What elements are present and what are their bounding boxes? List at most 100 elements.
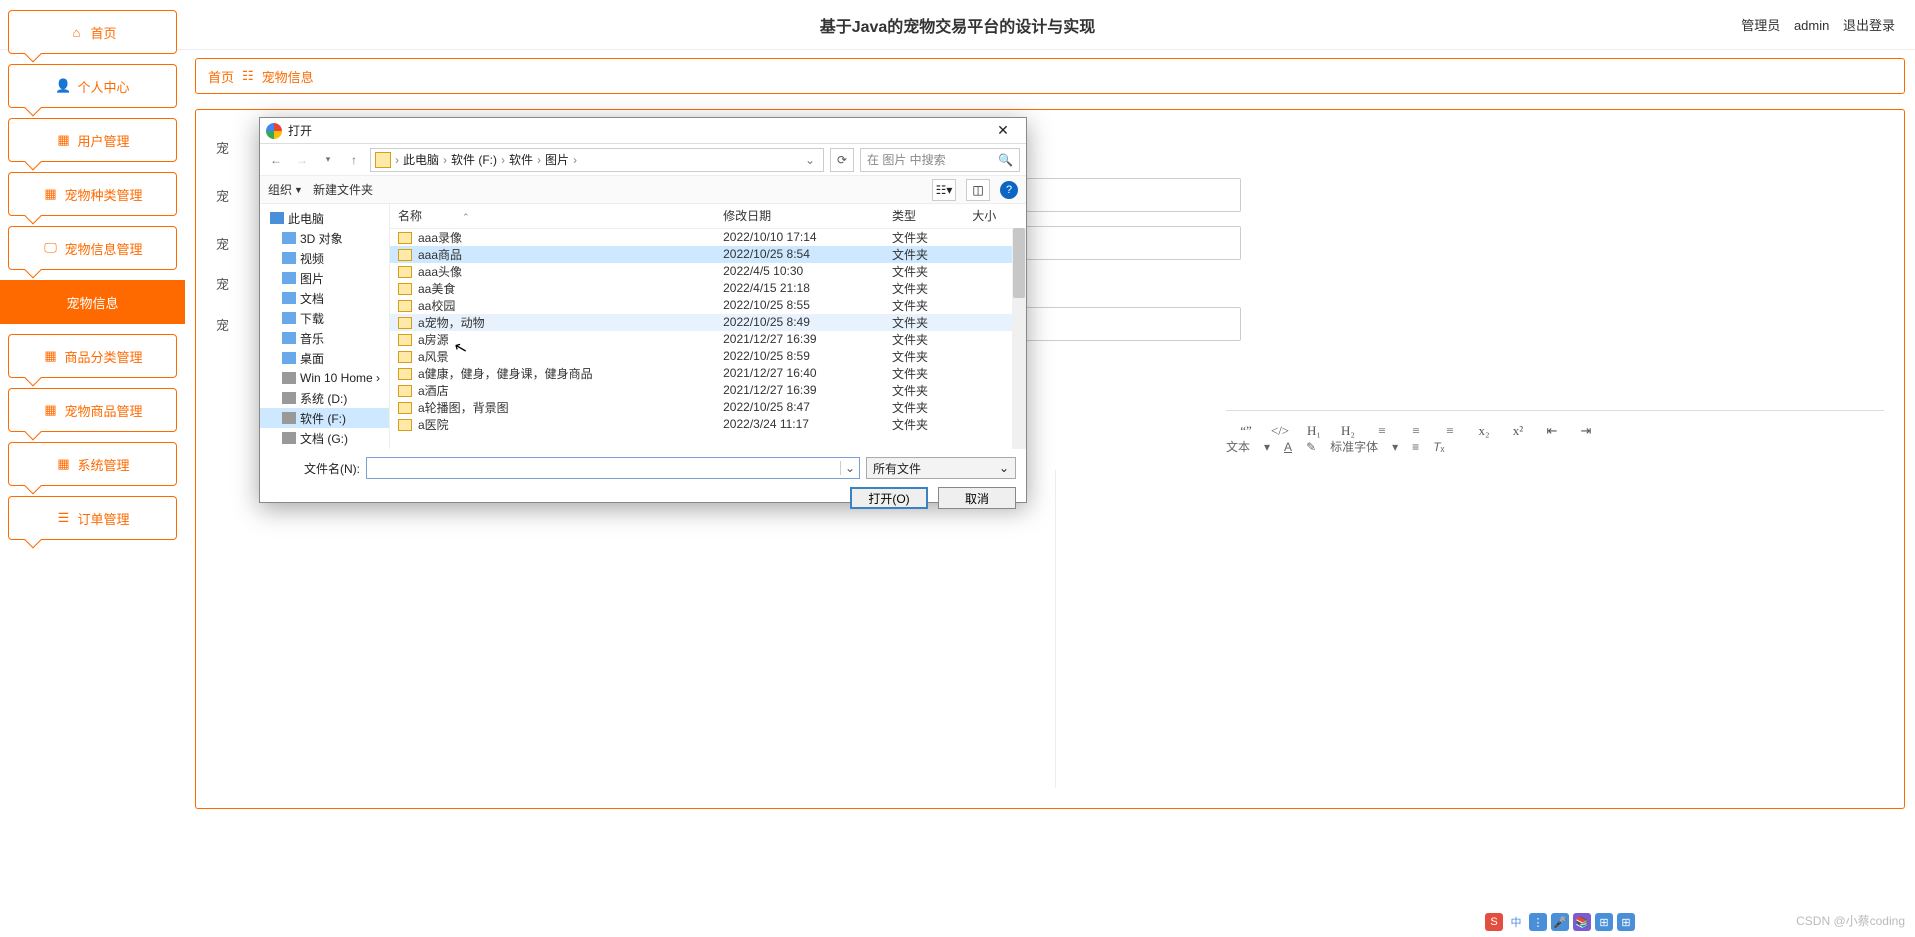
chevron-down-icon[interactable]: ⌄ (840, 461, 855, 475)
tree-item[interactable]: 此电脑 (260, 208, 389, 228)
crumb-folder1[interactable]: 软件 (509, 151, 533, 168)
scrollbar-thumb[interactable] (1013, 228, 1025, 298)
fontcolor-button[interactable]: A (1284, 440, 1292, 454)
table-row[interactable]: aa校园2022/10/25 8:55文件夹 (390, 297, 1026, 314)
refresh-button[interactable]: ⟳ (830, 148, 854, 172)
table-row[interactable]: aaa商品2022/10/25 8:54文件夹 (390, 246, 1026, 263)
dialog-toolbar: 组织 ▼ 新建文件夹 ☷▾ ◫ ? (260, 176, 1026, 204)
tree-item[interactable]: 视频 (260, 248, 389, 268)
folder-tree[interactable]: 此电脑3D 对象视频图片文档下载音乐桌面Win 10 Home ›系统 (D:)… (260, 204, 390, 449)
filename-input[interactable]: ⌄ (366, 457, 860, 479)
highlight-button[interactable]: ✎ (1306, 440, 1316, 454)
table-row[interactable]: aaa头像2022/4/5 10:30文件夹 (390, 263, 1026, 280)
search-input[interactable]: 在 图片 中搜索 🔍 (860, 148, 1020, 172)
sidebar-item-label: 宠物种类管理 (64, 185, 142, 204)
tree-item[interactable]: 软件 (F:) (260, 408, 389, 428)
tree-label: 图片 (300, 270, 324, 287)
tray-icon[interactable]: 📚 (1573, 913, 1591, 931)
table-row[interactable]: a轮播图，背景图2022/10/25 8:47文件夹 (390, 399, 1026, 416)
forward-button[interactable]: → (292, 150, 312, 170)
crumb-folder2[interactable]: 图片 (545, 151, 569, 168)
align-dropdown[interactable]: ≡ (1412, 440, 1419, 454)
sidebar-item-label: 个人中心 (77, 77, 129, 96)
clear-format-button[interactable]: Tₓ (1433, 440, 1444, 454)
filename-field[interactable] (371, 459, 836, 477)
computer-icon (270, 212, 284, 224)
folder-icon (282, 352, 296, 364)
dialog-body: 此电脑3D 对象视频图片文档下载音乐桌面Win 10 Home ›系统 (D:)… (260, 204, 1026, 449)
help-icon[interactable]: ? (1000, 181, 1018, 199)
crumb-drive[interactable]: 软件 (F:) (451, 151, 497, 168)
tray-icon[interactable]: 🎤 (1551, 913, 1569, 931)
tray-icon[interactable]: 中 (1507, 913, 1525, 931)
table-row[interactable]: a房源2021/12/27 16:39文件夹 (390, 331, 1026, 348)
tray-icon[interactable]: ⊞ (1617, 913, 1635, 931)
tree-item[interactable]: 下载 (260, 308, 389, 328)
new-folder-button[interactable]: 新建文件夹 (313, 181, 373, 198)
folder-icon (398, 385, 412, 397)
home-icon: ⌂ (68, 24, 84, 40)
scrollbar[interactable] (1012, 228, 1026, 449)
sidebar-item-6[interactable]: ▦商品分类管理 (8, 334, 177, 378)
view-mode-dropdown[interactable]: ☷▾ (932, 179, 956, 201)
sidebar-item-1[interactable]: 👤个人中心 (8, 64, 177, 108)
sidebar-item-3[interactable]: ▦宠物种类管理 (8, 172, 177, 216)
up-button[interactable]: ↑ (344, 150, 364, 170)
tree-item[interactable]: 图片 (260, 268, 389, 288)
table-row[interactable]: a健康，健身，健身课，健身商品2021/12/27 16:40文件夹 (390, 365, 1026, 382)
tree-item[interactable]: 系统 (D:) (260, 388, 389, 408)
sidebar: ⌂首页👤个人中心▦用户管理▦宠物种类管理🖵宠物信息管理宠物信息▦商品分类管理▦宠… (0, 0, 185, 545)
table-row[interactable]: a医院2022/3/24 11:17文件夹 (390, 416, 1026, 433)
tree-item[interactable]: 桌面 (260, 348, 389, 368)
chevron-down-icon[interactable]: ▾ (318, 150, 338, 170)
dialog-titlebar[interactable]: 打开 ✕ (260, 118, 1026, 144)
font-dropdown[interactable]: 标准字体 (1330, 438, 1378, 455)
tree-item[interactable]: 文档 (260, 288, 389, 308)
path-crumb[interactable]: › 此电脑› 软件 (F:)› 软件› 图片› ⌄ (370, 148, 824, 172)
table-row[interactable]: aa美食2022/4/15 21:18文件夹 (390, 280, 1026, 297)
filetype-dropdown[interactable]: 所有文件 ⌄ (866, 457, 1016, 479)
tree-item[interactable]: 文档 (G:) (260, 428, 389, 448)
sidebar-item-2[interactable]: ▦用户管理 (8, 118, 177, 162)
dialog-title: 打开 (288, 122, 986, 139)
rte-editor-area[interactable] (256, 470, 1884, 788)
folder-icon (398, 283, 412, 295)
chevron-down-icon: ▾ (1392, 440, 1398, 454)
tray-icon[interactable]: S (1485, 913, 1503, 931)
tree-item[interactable]: 3D 对象 (260, 228, 389, 248)
col-name[interactable]: 名称⌃ (390, 204, 715, 228)
col-type[interactable]: 类型 (884, 204, 964, 228)
sidebar-item-9[interactable]: ☰订单管理 (8, 496, 177, 540)
role-label: 管理员 (1741, 18, 1780, 33)
table-row[interactable]: aaa录像2022/10/10 17:14文件夹 (390, 228, 1026, 246)
open-button[interactable]: 打开(O) (850, 487, 928, 509)
sidebar-item-8[interactable]: ▦系统管理 (8, 442, 177, 486)
table-row[interactable]: a酒店2021/12/27 16:39文件夹 (390, 382, 1026, 399)
tree-item[interactable]: 音乐 (260, 328, 389, 348)
grid-icon: ▦ (42, 348, 58, 364)
breadcrumb-home[interactable]: 首页 (208, 67, 234, 86)
tree-item[interactable]: Win 10 Home › (260, 368, 389, 388)
grid-icon: ▦ (42, 402, 58, 418)
logout-link[interactable]: 退出登录 (1843, 18, 1895, 33)
tray-icon[interactable]: ⋮ (1529, 913, 1547, 931)
sidebar-item-7[interactable]: ▦宠物商品管理 (8, 388, 177, 432)
table-row[interactable]: a宠物，动物2022/10/25 8:49文件夹 (390, 314, 1026, 331)
col-size[interactable]: 大小 (964, 204, 1026, 228)
back-button[interactable]: ← (266, 150, 286, 170)
file-table: 名称⌃ 修改日期 类型 大小 aaa录像2022/10/10 17:14文件夹a… (390, 204, 1026, 433)
tray-icon[interactable]: ⊞ (1595, 913, 1613, 931)
sidebar-item-5[interactable]: 宠物信息 (0, 280, 185, 324)
file-list[interactable]: 名称⌃ 修改日期 类型 大小 aaa录像2022/10/10 17:14文件夹a… (390, 204, 1026, 449)
preview-pane-button[interactable]: ◫ (966, 179, 990, 201)
sidebar-item-0[interactable]: ⌂首页 (8, 10, 177, 54)
crumb-pc[interactable]: 此电脑 (403, 151, 439, 168)
close-icon[interactable]: ✕ (986, 122, 1020, 139)
sidebar-item-4[interactable]: 🖵宠物信息管理 (8, 226, 177, 270)
chevron-down-icon[interactable]: ⌄ (801, 153, 819, 167)
cancel-button[interactable]: 取消 (938, 487, 1016, 509)
text-dropdown[interactable]: 文本 (1226, 438, 1250, 455)
table-row[interactable]: a风景2022/10/25 8:59文件夹 (390, 348, 1026, 365)
col-date[interactable]: 修改日期 (715, 204, 884, 228)
organize-dropdown[interactable]: 组织 ▼ (268, 181, 303, 198)
